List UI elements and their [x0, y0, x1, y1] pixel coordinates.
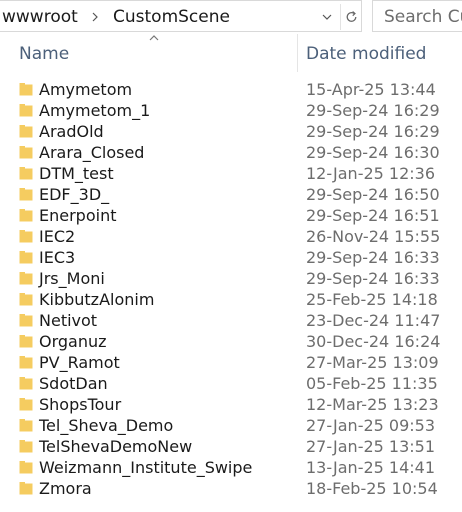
file-name[interactable]: PV_Ramot	[39, 352, 120, 373]
folder-icon	[19, 83, 33, 96]
file-row[interactable]: DTM_test 12-Jan-25 12:36	[0, 163, 462, 184]
breadcrumb-wwwroot[interactable]: wwwroot	[2, 7, 78, 27]
file-date: 29-Sep-24 16:33	[306, 269, 440, 288]
file-date: 12-Mar-25 13:23	[306, 395, 439, 414]
file-name[interactable]: Tel_Sheva_Demo	[39, 415, 173, 436]
file-row[interactable]: IEC2 26-Nov-24 15:55	[0, 226, 462, 247]
file-date: 29-Sep-24 16:51	[306, 206, 440, 225]
folder-icon	[19, 230, 33, 243]
file-row[interactable]: Arara_Closed 29-Sep-24 16:30	[0, 142, 462, 163]
file-date: 27-Mar-25 13:09	[306, 353, 439, 372]
file-name[interactable]: Netivot	[39, 310, 97, 331]
file-name[interactable]: Enerpoint	[39, 205, 116, 226]
folder-icon	[19, 419, 33, 432]
file-row[interactable]: Amymetom 15-Apr-25 13:44	[0, 79, 462, 100]
file-date: 05-Feb-25 11:35	[306, 374, 438, 393]
file-date: 29-Sep-24 16:30	[306, 143, 440, 162]
sort-up-icon	[149, 35, 159, 41]
folder-icon	[19, 104, 33, 117]
file-row[interactable]: Weizmann_Institute_Swipe 13-Jan-25 14:41	[0, 457, 462, 478]
file-name[interactable]: AradOld	[39, 121, 104, 142]
file-row[interactable]: ShopsTour 12-Mar-25 13:23	[0, 394, 462, 415]
address-bar[interactable]: wwwroot CustomScene	[0, 0, 362, 32]
column-divider[interactable]	[297, 34, 298, 72]
folder-icon	[19, 146, 33, 159]
file-name[interactable]: DTM_test	[39, 163, 114, 184]
file-name[interactable]: Organuz	[39, 331, 107, 352]
file-date: 29-Sep-24 16:33	[306, 248, 440, 267]
file-name[interactable]: IEC2	[39, 226, 75, 247]
folder-icon	[19, 440, 33, 453]
file-row[interactable]: Zmora 18-Feb-25 10:54	[0, 478, 462, 499]
file-name[interactable]: Jrs_Moni	[39, 268, 105, 289]
file-date: 18-Feb-25 10:54	[306, 479, 438, 498]
file-row[interactable]: TelShevaDemoNew 27-Jan-25 13:51	[0, 436, 462, 457]
folder-icon	[19, 272, 33, 285]
file-date: 26-Nov-24 15:55	[306, 227, 441, 246]
folder-icon	[19, 377, 33, 390]
column-date-header[interactable]: Date modified	[306, 44, 426, 64]
file-row[interactable]: AradOld 29-Sep-24 16:29	[0, 121, 462, 142]
file-name[interactable]: Weizmann_Institute_Swipe	[39, 457, 252, 478]
file-date: 12-Jan-25 12:36	[306, 164, 436, 183]
file-name[interactable]: TelShevaDemoNew	[39, 436, 192, 457]
folder-icon	[19, 356, 33, 369]
file-name[interactable]: SdotDan	[39, 373, 108, 394]
folder-icon	[19, 167, 33, 180]
file-date: 29-Sep-24 16:29	[306, 101, 440, 120]
search-placeholder: Search Cu	[384, 7, 462, 27]
file-row[interactable]: Netivot 23-Dec-24 11:47	[0, 310, 462, 331]
folder-icon	[19, 209, 33, 222]
file-name[interactable]: KibbutzAlonim	[39, 289, 154, 310]
file-row[interactable]: Amymetom_1 29-Sep-24 16:29	[0, 100, 462, 121]
file-date: 29-Sep-24 16:29	[306, 122, 440, 141]
folder-icon	[19, 293, 33, 306]
file-row[interactable]: KibbutzAlonim 25-Feb-25 14:18	[0, 289, 462, 310]
folder-icon	[19, 125, 33, 138]
file-row[interactable]: Jrs_Moni 29-Sep-24 16:33	[0, 268, 462, 289]
folder-icon	[19, 335, 33, 348]
folder-icon	[19, 314, 33, 327]
file-row[interactable]: IEC3 29-Sep-24 16:33	[0, 247, 462, 268]
file-row[interactable]: SdotDan 05-Feb-25 11:35	[0, 373, 462, 394]
file-date: 23-Dec-24 11:47	[306, 311, 441, 330]
file-name[interactable]: IEC3	[39, 247, 75, 268]
file-date: 27-Jan-25 09:53	[306, 416, 436, 435]
address-row: wwwroot CustomScene Search Cu	[0, 0, 462, 34]
folder-icon	[19, 251, 33, 264]
file-row[interactable]: PV_Ramot 27-Mar-25 13:09	[0, 352, 462, 373]
file-row[interactable]: EDF_3D_ 29-Sep-24 16:50	[0, 184, 462, 205]
folder-icon	[19, 398, 33, 411]
file-date: 25-Feb-25 14:18	[306, 290, 438, 309]
folder-icon	[19, 188, 33, 201]
folder-icon	[19, 461, 33, 474]
file-date: 13-Jan-25 14:41	[306, 458, 436, 477]
file-name[interactable]: Amymetom	[39, 79, 132, 100]
file-row[interactable]: Organuz 30-Dec-24 16:24	[0, 331, 462, 352]
file-name[interactable]: Amymetom_1	[39, 100, 150, 121]
breadcrumb-customscene[interactable]: CustomScene	[113, 7, 230, 27]
file-date: 27-Jan-25 13:51	[306, 437, 436, 456]
folder-icon	[19, 482, 33, 495]
file-name[interactable]: Arara_Closed	[39, 142, 144, 163]
file-row[interactable]: Enerpoint 29-Sep-24 16:51	[0, 205, 462, 226]
file-date: 30-Dec-24 16:24	[306, 332, 441, 351]
refresh-icon[interactable]	[340, 4, 362, 30]
chevron-down-icon[interactable]	[316, 4, 338, 30]
file-row[interactable]: Tel_Sheva_Demo 27-Jan-25 09:53	[0, 415, 462, 436]
file-date: 15-Apr-25 13:44	[306, 80, 436, 99]
column-header: Name Date modified	[0, 34, 462, 72]
file-name[interactable]: ShopsTour	[39, 394, 121, 415]
file-name[interactable]: Zmora	[39, 478, 92, 499]
file-date: 29-Sep-24 16:50	[306, 185, 440, 204]
file-list: Amymetom 15-Apr-25 13:44 Amymetom_1 29-Sep-…	[0, 79, 462, 499]
chevron-right-icon[interactable]	[88, 7, 102, 27]
search-input[interactable]: Search Cu	[372, 0, 462, 32]
column-name-header[interactable]: Name	[19, 44, 69, 64]
file-name[interactable]: EDF_3D_	[39, 184, 109, 205]
